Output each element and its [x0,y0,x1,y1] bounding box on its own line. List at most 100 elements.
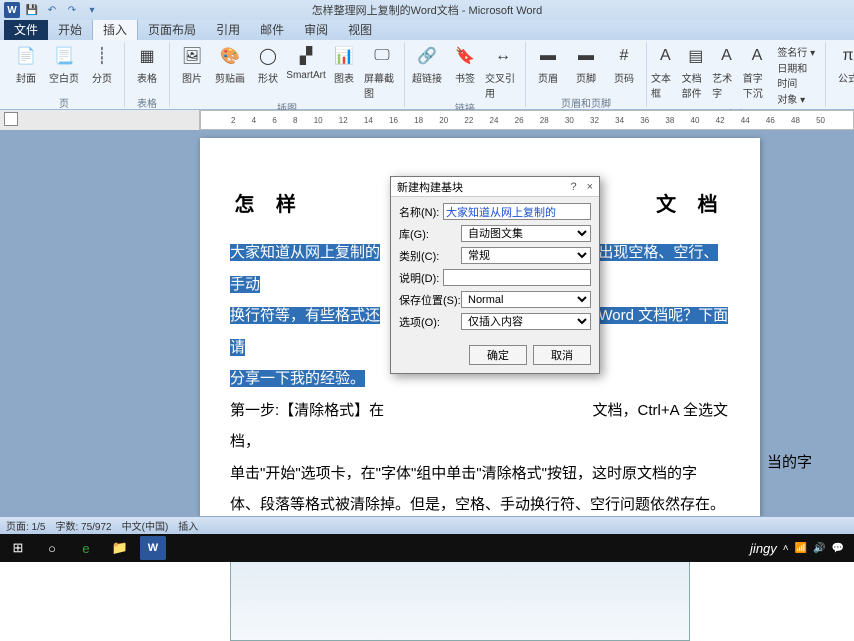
description-field[interactable] [443,269,591,286]
redo-icon[interactable]: ↷ [64,2,80,18]
notification-icon[interactable]: 💬 [832,543,844,554]
ribbon-side-item[interactable]: 日期和时间 [777,60,817,90]
ribbon-group: π公式Ω符号#编号符号 [826,42,854,107]
ribbon-button[interactable]: ▞ SmartArt [288,42,324,81]
tab-review[interactable]: 审阅 [294,19,338,40]
ribbon-button[interactable]: 📊 图表 [326,42,362,85]
status-bar: 页面: 1/5 字数: 75/972 中文(中国) 插入 [0,516,854,534]
status-words[interactable]: 字数: 75/972 [55,518,111,533]
ribbon-button[interactable]: ▦ 表格 [129,42,165,85]
ribbon-button[interactable]: A文本框 [651,42,680,100]
tab-insert[interactable]: 插入 [92,18,138,40]
close-icon[interactable]: × [587,181,593,193]
ribbon-button[interactable]: 🖵屏幕截图 [364,42,400,100]
start-button[interactable]: ⊞ [4,536,32,560]
ribbon-button[interactable]: ▬页脚 [568,42,604,85]
name-field[interactable] [443,203,591,220]
ribbon-button-label: 图表 [334,70,354,85]
ribbon-button[interactable]: π公式 [830,42,854,85]
ribbon-side-item[interactable]: 对象 ▾ [777,91,817,106]
status-page[interactable]: 页面: 1/5 [6,518,45,533]
ribbon-button[interactable]: 🔗超链接 [409,42,445,85]
ribbon-group: ▬页眉▬页脚#页码页眉和页脚 [526,42,647,107]
create-building-block-dialog: 新建构建基块 ? × 名称(N): 库(G):自动图文集 类别(C):常规 说明… [390,176,600,374]
word-taskbar-icon[interactable]: W [140,536,166,560]
ribbon-button-label: 页眉 [538,70,558,85]
ribbon-side-list: 签名行 ▾日期和时间对象 ▾ [773,42,821,106]
ribbon-button[interactable]: 📄 封面 [8,42,44,85]
ribbon-group: ▦ 表格表格 [125,42,170,107]
ribbon-button[interactable]: A艺术字 [712,42,741,100]
ribbon-icon: ▞ [294,44,318,68]
ribbon-button[interactable]: ▤文档部件 [682,42,711,100]
explorer-icon[interactable]: 📁 [106,536,134,560]
library-label: 库(G): [399,226,461,242]
tab-view[interactable]: 视图 [338,19,382,40]
highlighted-text: 大家知道从网上复制的 [230,244,380,261]
ribbon-button[interactable]: #页码 [606,42,642,85]
ribbon-icon: 📊 [332,44,356,68]
ribbon-button[interactable]: 📃空白页 [46,42,82,85]
heading-right: 文 档 [656,194,726,216]
ribbon-button[interactable]: ↔交叉引用 [485,42,521,100]
quick-access-toolbar: W 💾 ↶ ↷ ▾ [0,2,100,18]
ribbon-button-label: 页脚 [576,70,596,85]
ribbon-icon: ▦ [135,44,159,68]
tab-references[interactable]: 引用 [206,19,250,40]
savein-select[interactable]: Normal [461,291,591,308]
ribbon-button-label: 屏幕截图 [364,70,400,100]
undo-icon[interactable]: ↶ [44,2,60,18]
tray-up-icon[interactable]: ˄ [783,543,789,554]
save-icon[interactable]: 💾 [24,2,40,18]
ribbon-icon: 🎨 [218,44,242,68]
options-select[interactable]: 仅插入内容 [461,313,591,330]
ribbon-button[interactable]: ┊分页 [84,42,120,85]
tab-mailings[interactable]: 邮件 [250,19,294,40]
body-text: 第一步:【清除格式】在 [230,402,384,419]
ribbon-icon: 📄 [14,44,38,68]
status-insertmode[interactable]: 插入 [178,518,198,533]
volume-icon[interactable]: 🔊 [813,543,825,554]
ribbon-tabs: 文件 开始 插入 页面布局 引用 邮件 审阅 视图 [0,20,854,40]
dialog-title: 新建构建基块 [397,179,463,195]
ribbon-icon: 📃 [52,44,76,68]
dialog-titlebar[interactable]: 新建构建基块 ? × [391,177,599,197]
dialog-body: 名称(N): 库(G):自动图文集 类别(C):常规 说明(D): 保存位置(S… [391,197,599,341]
ribbon-button-label: 封面 [16,70,36,85]
horizontal-ruler[interactable]: 2 4 6 8 10 12 14 16 18 20 22 24 26 28 30… [200,110,854,130]
network-icon[interactable]: 📶 [795,543,807,554]
heading-left: 怎 样 [234,194,304,216]
ribbon-button-label: SmartArt [286,70,325,81]
ribbon-button[interactable]: ◯形状 [250,42,286,85]
library-select[interactable]: 自动图文集 [461,225,591,242]
tab-home[interactable]: 开始 [48,19,92,40]
ribbon-button-label: 图片 [182,70,202,85]
highlighted-text: 分享一下我的经验。 [230,370,365,387]
tab-layout[interactable]: 页面布局 [138,19,206,40]
ribbon-button[interactable]: 🎨剪贴画 [212,42,248,85]
ok-button[interactable]: 确定 [469,345,527,365]
status-language[interactable]: 中文(中国) [122,518,169,533]
ribbon-icon: ▤ [684,44,708,68]
ribbon-button[interactable]: 🖼 图片 [174,42,210,85]
tab-file[interactable]: 文件 [4,19,48,40]
ribbon-icon: 🖼 [180,44,204,68]
edge-icon[interactable]: e [72,536,100,560]
cortana-icon[interactable]: ○ [38,536,66,560]
ribbon-button[interactable]: A首字下沉 [743,42,772,100]
ribbon-button[interactable]: 🔖书签 [447,42,483,85]
ribbon-button-label: 页码 [614,70,634,85]
ribbon-icon: π [836,44,854,68]
options-label: 选项(O): [399,314,461,330]
paragraph-4: 第一步:【清除格式】在 文档，Ctrl+A 全选文档， [230,395,730,458]
ribbon-button-label: 表格 [137,70,157,85]
cancel-button[interactable]: 取消 [533,345,591,365]
ribbon-icon: ┊ [90,44,114,68]
ruler-area: 2 4 6 8 10 12 14 16 18 20 22 24 26 28 30… [0,110,854,130]
ribbon-button[interactable]: ▬页眉 [530,42,566,85]
qat-dropdown-icon[interactable]: ▾ [84,2,100,18]
ribbon-side-item[interactable]: 签名行 ▾ [777,44,817,59]
category-select[interactable]: 常规 [461,247,591,264]
help-icon[interactable]: ? [570,181,576,193]
window-title: 怎样整理网上复制的Word文档 - Microsoft Word [312,2,543,18]
